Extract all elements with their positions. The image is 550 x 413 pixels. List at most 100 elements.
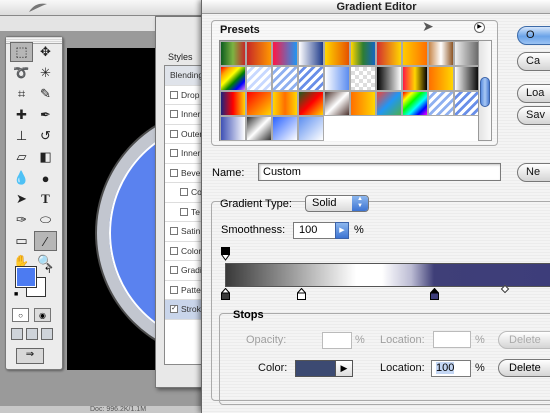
preset-gradient-swatch[interactable] <box>298 66 324 91</box>
style-checkbox[interactable] <box>170 246 178 255</box>
notes-tool-icon[interactable]: ▭ <box>10 231 33 251</box>
cancel-button[interactable]: Ca <box>517 52 550 71</box>
preset-gradient-swatch[interactable] <box>272 91 298 116</box>
ellipse-tool-icon[interactable]: ⬭ <box>34 210 57 230</box>
preset-gradient-swatch[interactable] <box>324 91 350 116</box>
preset-gradient-swatch[interactable] <box>246 41 272 66</box>
opacity-stop-icon[interactable] <box>221 247 230 261</box>
preset-gradient-swatch[interactable] <box>402 66 428 91</box>
jump-to-imageready-button[interactable]: ⇒ <box>16 348 44 364</box>
preset-gradient-swatch[interactable] <box>298 116 324 141</box>
style-checkbox[interactable] <box>170 227 178 236</box>
opacity-input[interactable] <box>322 332 352 349</box>
type-tool-icon[interactable]: T <box>34 189 57 209</box>
preset-gradient-swatch[interactable] <box>454 116 480 141</box>
preset-gradient-swatch[interactable] <box>428 116 454 141</box>
preset-gradient-swatch[interactable] <box>350 91 376 116</box>
presets-scroll-thumb[interactable] <box>480 77 490 107</box>
photoshop-feather-icon[interactable] <box>28 2 48 14</box>
style-checkbox[interactable] <box>170 110 178 119</box>
dodge-tool-icon[interactable]: ● <box>34 168 57 188</box>
opacity-location-input[interactable] <box>433 331 471 348</box>
preset-gradient-swatch[interactable] <box>428 66 454 91</box>
preset-gradient-swatch[interactable] <box>220 116 246 141</box>
eyedropper-tool-icon[interactable]: ⁄ <box>34 231 57 251</box>
screen-mode-full-button[interactable] <box>41 328 53 340</box>
screen-mode-standard-button[interactable] <box>11 328 23 340</box>
blur-tool-icon[interactable]: 💧 <box>10 168 33 188</box>
delete-opacity-stop-button[interactable]: Delete <box>498 331 550 349</box>
path-select-tool-icon[interactable]: ➤ <box>10 189 33 209</box>
style-checkbox[interactable] <box>170 149 178 158</box>
magic-wand-tool-icon[interactable]: ✳ <box>34 63 57 83</box>
preset-gradient-swatch[interactable] <box>246 66 272 91</box>
color-stop-icon[interactable] <box>221 288 230 300</box>
style-checkbox[interactable] <box>170 129 178 138</box>
styles-heading[interactable]: Styles <box>168 52 193 62</box>
style-checkbox[interactable] <box>170 285 178 294</box>
style-checkbox[interactable] <box>170 90 178 99</box>
healing-brush-tool-icon[interactable]: ✚ <box>10 105 33 125</box>
color-stop-selected-icon[interactable] <box>430 288 439 300</box>
preset-gradient-swatch[interactable] <box>376 91 402 116</box>
move-tool-icon[interactable]: ✥ <box>34 42 57 62</box>
preset-gradient-swatch[interactable] <box>324 41 350 66</box>
preset-gradient-swatch[interactable] <box>220 66 246 91</box>
gradient-preview-bar[interactable] <box>225 263 550 287</box>
preset-gradient-swatch[interactable] <box>376 41 402 66</box>
crop-tool-icon[interactable]: ⌗ <box>10 84 33 104</box>
style-checkbox[interactable] <box>170 168 178 177</box>
preset-gradient-swatch[interactable] <box>376 116 402 141</box>
presets-scrollbar[interactable] <box>478 40 492 141</box>
marquee-tool-icon[interactable]: ⬚ <box>10 42 33 62</box>
swap-colors-icon[interactable]: ↰ <box>44 265 52 276</box>
clone-stamp-tool-icon[interactable]: ⊥ <box>10 126 33 146</box>
preset-gradient-swatch[interactable] <box>298 91 324 116</box>
preset-gradient-swatch[interactable] <box>402 91 428 116</box>
slice-tool-icon[interactable]: ✎ <box>34 84 57 104</box>
smoothness-input[interactable]: 100 <box>293 222 338 239</box>
screen-mode-menubar-button[interactable] <box>26 328 38 340</box>
style-checkbox[interactable] <box>180 188 188 197</box>
save-button[interactable]: Sav <box>517 106 550 125</box>
preset-gradient-swatch[interactable] <box>272 66 298 91</box>
color-menu-arrow-icon[interactable]: ▶ <box>335 360 353 377</box>
location-input[interactable]: 100 <box>431 360 471 377</box>
gradient-type-select[interactable]: Solid ▲ ▼ <box>305 195 369 212</box>
preset-gradient-swatch[interactable] <box>272 41 298 66</box>
preset-gradient-swatch[interactable] <box>402 41 428 66</box>
presets-menu-icon[interactable]: ▶ <box>474 22 485 33</box>
gradient-tool-icon[interactable]: ◧ <box>34 147 57 167</box>
preset-gradient-swatch[interactable] <box>376 66 402 91</box>
preset-gradient-swatch[interactable] <box>324 116 350 141</box>
smoothness-arrow-icon[interactable]: ▶ <box>335 222 349 239</box>
color-stop-icon[interactable] <box>297 288 306 300</box>
style-checkbox[interactable] <box>180 207 188 216</box>
lasso-tool-icon[interactable]: ➰ <box>10 63 33 83</box>
preset-gradient-swatch[interactable] <box>220 91 246 116</box>
preset-gradient-swatch[interactable] <box>220 41 246 66</box>
brush-tool-icon[interactable]: ✒ <box>34 105 57 125</box>
preset-gradient-swatch[interactable] <box>246 116 272 141</box>
eraser-tool-icon[interactable]: ▱ <box>10 147 33 167</box>
ok-button[interactable]: O <box>517 26 550 45</box>
foreground-color-swatch[interactable] <box>15 266 37 288</box>
history-brush-tool-icon[interactable]: ↺ <box>34 126 57 146</box>
pen-tool-icon[interactable]: ✑ <box>10 210 33 230</box>
quick-mask-button[interactable]: ◉ <box>34 308 51 322</box>
preset-gradient-swatch[interactable] <box>428 91 454 116</box>
preset-gradient-swatch[interactable] <box>350 41 376 66</box>
preset-gradient-swatch[interactable] <box>454 91 480 116</box>
delete-color-stop-button[interactable]: Delete <box>498 359 550 377</box>
load-button[interactable]: Loa <box>517 84 550 103</box>
preset-gradient-swatch[interactable] <box>454 66 480 91</box>
style-checkbox[interactable]: ✓ <box>170 305 178 314</box>
new-button[interactable]: Ne <box>517 163 550 182</box>
name-input[interactable]: Custom <box>258 163 501 181</box>
document-canvas[interactable] <box>67 48 167 370</box>
style-checkbox[interactable] <box>170 266 178 275</box>
preset-gradient-swatch[interactable] <box>454 41 480 66</box>
preset-gradient-swatch[interactable] <box>246 91 272 116</box>
default-colors-icon[interactable]: ■ <box>14 291 18 298</box>
preset-gradient-swatch[interactable] <box>428 41 454 66</box>
